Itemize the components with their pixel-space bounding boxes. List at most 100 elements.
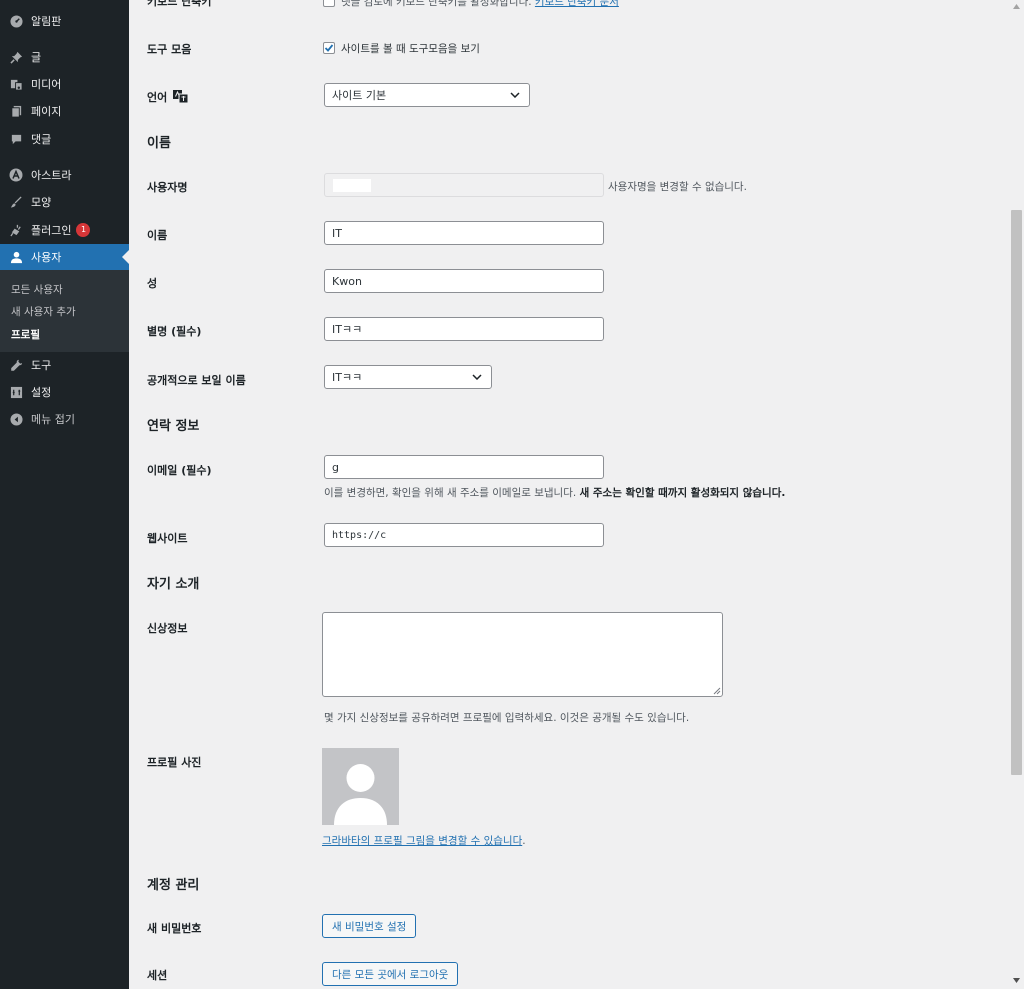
chevron-down-icon [472, 374, 482, 380]
menu-label-tools: 도구 [31, 359, 52, 372]
website-input[interactable]: https://c [324, 523, 604, 547]
toolbar-label: 도구 모음 [147, 43, 192, 56]
nickname-label: 별명 (필수) [147, 325, 202, 338]
avatar-silhouette-icon [334, 764, 387, 825]
menu-item-appearance[interactable]: 모양 [0, 189, 129, 215]
paintbrush-icon [9, 195, 23, 209]
plugin-update-badge: 1 [76, 223, 91, 237]
nickname-input[interactable]: ITㅋㅋ [324, 317, 604, 341]
first-name-input[interactable]: IT [324, 221, 604, 245]
display-name-select[interactable]: ITㅋㅋ [324, 365, 492, 389]
set-new-password-button[interactable]: 새 비밀번호 설정 [322, 914, 417, 938]
submenu-all-users[interactable]: 모든 사용자 [11, 282, 63, 297]
gravatar-link[interactable]: 그라바타의 프로필 그림을 변경할 수 있습니다 [322, 835, 522, 847]
dashboard-icon [9, 14, 23, 28]
toolbar-checkbox-label: 사이트를 볼 때 도구모음을 보기 [341, 43, 480, 55]
display-name-selected: ITㅋㅋ [332, 371, 363, 384]
menu-label-settings: 설정 [31, 386, 52, 399]
bio-desc: 몇 가지 신상정보를 공유하려면 프로필에 입력하세요. 이것은 공개될 수도 … [324, 712, 690, 724]
last-name-input[interactable]: Kwon [324, 269, 604, 293]
first-name-label: 이름 [147, 229, 168, 242]
language-label: 언어 [147, 89, 189, 105]
email-input[interactable]: g [324, 455, 604, 479]
keyboard-shortcuts-checkbox[interactable] [323, 0, 335, 7]
menu-label-comments: 댓글 [31, 133, 52, 146]
toolbar-checkbox[interactable] [323, 42, 335, 54]
last-name-label: 성 [147, 277, 158, 290]
menu-label-appearance: 모양 [31, 196, 52, 209]
menu-label-users: 사용자 [31, 251, 62, 264]
email-desc-bold: 새 주소는 확인할 때까지 활성화되지 않습니다. [579, 487, 786, 499]
language-selected: 사이트 기본 [332, 89, 387, 102]
menu-label-astra: 아스트라 [31, 169, 72, 182]
about-section-heading: 자기 소개 [147, 577, 200, 592]
last-name-value: Kwon [332, 274, 362, 288]
media-icon [9, 77, 23, 91]
first-name-value: IT [332, 226, 342, 240]
menu-label-posts: 글 [31, 51, 42, 64]
menu-label-dashboard: 알림판 [31, 15, 62, 28]
resize-handle-icon[interactable] [713, 687, 721, 695]
menu-item-settings[interactable]: 설정 [0, 379, 129, 405]
username-desc: 사용자명을 변경할 수 없습니다. [608, 181, 747, 193]
sessions-label: 세션 [147, 969, 168, 982]
pages-icon [9, 104, 23, 118]
submenu-add-new-user[interactable]: 새 사용자 추가 [11, 304, 76, 319]
new-password-label: 새 비밀번호 [147, 922, 202, 935]
submenu-profile[interactable]: 프로필 [11, 327, 40, 342]
collapse-icon [9, 412, 23, 426]
gravatar-link-suffix: . [522, 835, 526, 847]
bio-textarea[interactable] [322, 612, 723, 697]
website-value: https://c [332, 529, 387, 541]
display-name-label: 공개적으로 보일 이름 [147, 374, 246, 387]
menu-item-astra[interactable]: 아스트라 [0, 162, 129, 188]
astra-icon [9, 168, 23, 182]
nickname-value: ITㅋㅋ [332, 323, 363, 336]
menu-item-media[interactable]: 미디어 [0, 71, 129, 97]
account-section-heading: 계정 관리 [147, 878, 200, 893]
menu-label-pages: 페이지 [31, 105, 62, 118]
bio-label: 신상정보 [147, 622, 188, 635]
pushpin-icon [9, 50, 23, 64]
username-redaction [333, 179, 371, 192]
menu-item-users[interactable]: 사용자 [0, 244, 129, 270]
menu-item-pages[interactable]: 페이지 [0, 98, 129, 124]
username-field [324, 173, 604, 197]
page-scrollbar[interactable] [1009, 0, 1024, 989]
menu-label-collapse: 메뉴 접기 [31, 413, 75, 426]
menu-item-tools[interactable]: 도구 [0, 352, 129, 378]
wrench-icon [9, 358, 23, 372]
keyboard-shortcuts-desc: 댓글 검토에 키보드 단축키를 활성화합니다. 키보드 단축키 문서 [341, 0, 619, 9]
translation-icon [173, 90, 189, 104]
settings-icon [9, 385, 23, 399]
checkmark-icon [324, 44, 334, 52]
website-label: 웹사이트 [147, 532, 188, 545]
menu-label-plugins: 플러그인 [31, 224, 72, 237]
contact-section-heading: 연락 정보 [147, 419, 200, 434]
keyboard-shortcuts-doc-link[interactable]: 키보드 단축키 문서 [535, 0, 619, 8]
username-label: 사용자명 [147, 181, 188, 194]
menu-label-media: 미디어 [31, 78, 62, 91]
email-desc: 이를 변경하면, 확인을 위해 새 주소를 이메일로 보냅니다. 새 주소는 확… [324, 487, 786, 499]
comment-icon [9, 132, 23, 146]
menu-item-collapse[interactable]: 메뉴 접기 [0, 406, 129, 432]
keyboard-shortcuts-label: 키보드 단축키 [147, 0, 212, 8]
avatar [322, 748, 399, 825]
language-select[interactable]: 사이트 기본 [324, 83, 530, 107]
scroll-up-arrow-icon[interactable] [1013, 4, 1020, 9]
name-section-heading: 이름 [147, 136, 171, 151]
avatar-desc: 그라바타의 프로필 그림을 변경할 수 있습니다. [322, 833, 526, 848]
scrollbar-thumb[interactable] [1011, 210, 1022, 775]
logout-everywhere-button[interactable]: 다른 모든 곳에서 로그아웃 [322, 962, 459, 986]
menu-item-dashboard[interactable]: 알림판 [0, 8, 129, 34]
menu-item-comments[interactable]: 댓글 [0, 126, 129, 152]
scroll-down-arrow-icon[interactable] [1013, 978, 1020, 983]
menu-item-plugins[interactable]: 플러그인 1 [0, 217, 129, 243]
user-icon [9, 250, 23, 264]
profile-form: 키보드 단축키 댓글 검토에 키보드 단축키를 활성화합니다. 키보드 단축키 … [129, 0, 1009, 989]
avatar-label: 프로필 사진 [147, 756, 202, 769]
plugin-icon [9, 223, 23, 237]
email-label: 이메일 (필수) [147, 464, 212, 477]
menu-item-posts[interactable]: 글 [0, 44, 129, 70]
admin-sidebar: 알림판 글 미디어 페이지 댓글 아스트라 모양 플러그인 1 사용자 모든 사… [0, 0, 129, 989]
